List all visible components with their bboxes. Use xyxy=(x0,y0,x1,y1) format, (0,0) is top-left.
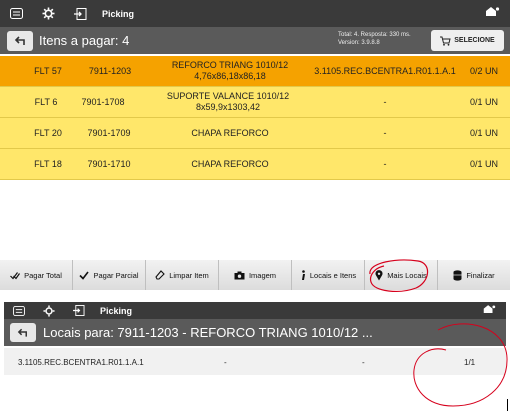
row-code: FLT 18 xyxy=(34,158,62,169)
row-ref: 7901-1710 xyxy=(87,158,131,169)
row-qty: 0/1 UN xyxy=(469,158,498,169)
row-description: SUPORTE VALANCE 1010/12 8x59,9x1303,42 xyxy=(148,91,308,113)
image-label: Imagem xyxy=(248,270,277,280)
check-icon xyxy=(79,271,90,280)
app-title: Picking xyxy=(100,305,133,316)
row-desc-line1: REFORCO TRIANG 1010/12 xyxy=(171,60,289,70)
status-total: Total: 4. Resposta: 330 ms. xyxy=(338,32,411,38)
status-version: Version: 3.9.8.8 xyxy=(338,40,380,46)
row-qty: 0/1 UN xyxy=(469,127,498,138)
logout-icon[interactable] xyxy=(64,302,94,319)
annotation-circle xyxy=(369,259,429,292)
select-label: SELECIONE xyxy=(454,37,495,44)
page-title: Itens a pagar: 4 xyxy=(39,33,130,48)
row-desc-line1: CHAPA REFORCO xyxy=(191,158,269,169)
row-ref: 7911-1203 xyxy=(88,65,132,76)
finish-button[interactable]: Finalizar xyxy=(438,260,510,290)
locations-title: Locais para: 7911-1203 - REFORCO TRIANG … xyxy=(43,325,373,340)
info-icon xyxy=(301,269,305,280)
eraser-icon xyxy=(155,270,165,280)
cursor-bar xyxy=(507,399,508,411)
row-ref: 7901-1708 xyxy=(81,96,125,107)
location-code: 3.1105.REC.BCENTRA1.R01.1.A.1 xyxy=(18,358,144,367)
image-button[interactable]: Imagem xyxy=(219,260,292,290)
row-location: - xyxy=(383,127,387,138)
back-arrow-icon xyxy=(14,36,25,45)
row-code: FLT 20 xyxy=(34,127,62,138)
double-check-icon xyxy=(10,271,21,279)
camera-icon xyxy=(234,271,245,279)
back-arrow-icon xyxy=(17,328,27,337)
table-row[interactable]: FLT 20 7901-1709 CHAPA REFORCO - 0/1 UN xyxy=(0,118,510,149)
locations-items-label: Locais e Itens xyxy=(309,270,357,280)
database-icon xyxy=(453,269,462,281)
pay-total-button[interactable]: Pagar Total xyxy=(0,260,73,290)
row-location: - xyxy=(383,158,387,169)
row-desc-line1: SUPORTE VALANCE 1010/12 xyxy=(166,91,290,101)
back-button[interactable] xyxy=(10,323,36,342)
clear-item-label: Limpar Item xyxy=(169,270,209,280)
row-desc-line2: 4,76x86,18x86,18 xyxy=(194,71,266,81)
row-location: - xyxy=(383,96,387,107)
row-qty: 0/1 UN xyxy=(469,96,498,107)
cart-icon xyxy=(440,36,451,46)
row-code: FLT 57 xyxy=(34,65,62,76)
logout-icon[interactable] xyxy=(64,0,96,27)
row-ref: 7901-1709 xyxy=(87,127,131,138)
table-row[interactable]: FLT 57 7911-1203 REFORCO TRIANG 1010/12 … xyxy=(0,56,510,87)
notification-icon[interactable] xyxy=(484,5,500,23)
select-button[interactable]: SELECIONE xyxy=(431,30,504,51)
menu-icon[interactable] xyxy=(0,0,32,27)
row-desc-line1: CHAPA REFORCO xyxy=(191,127,269,138)
table-row[interactable]: FLT 6 7901-1708 SUPORTE VALANCE 1010/12 … xyxy=(0,87,510,118)
locations-items-button[interactable]: Locais e Itens xyxy=(292,260,365,290)
pay-partial-button[interactable]: Pagar Parcial xyxy=(73,260,146,290)
table-row[interactable]: FLT 18 7901-1710 CHAPA REFORCO - 0/1 UN xyxy=(0,149,510,180)
clear-item-button[interactable]: Limpar Item xyxy=(146,260,219,290)
menu-icon[interactable] xyxy=(4,302,34,319)
gear-icon[interactable] xyxy=(34,302,64,319)
pay-partial-label: Pagar Parcial xyxy=(93,270,139,280)
status-info: Total: 4. Resposta: 330 ms. Version: 3.9… xyxy=(338,31,411,47)
row-description: CHAPA REFORCO xyxy=(150,128,310,139)
pay-total-label: Pagar Total xyxy=(24,270,62,280)
bottom-app-bar: Picking xyxy=(4,302,506,319)
notification-icon[interactable] xyxy=(482,302,496,320)
row-description: REFORCO TRIANG 1010/12 4,76x86,18x86,18 xyxy=(150,60,310,82)
row-desc-line2: 8x59,9x1303,42 xyxy=(195,102,261,112)
location-col3: - xyxy=(362,358,365,367)
row-qty: 0/2 UN xyxy=(469,65,498,76)
row-location: 3.1105.REC.BCENTRA1.R01.1.A.1 xyxy=(314,65,456,76)
annotation-circle xyxy=(413,323,508,407)
row-description: CHAPA REFORCO xyxy=(150,159,310,170)
gear-icon[interactable] xyxy=(32,0,64,27)
back-button[interactable] xyxy=(7,30,33,51)
top-app-bar: Picking xyxy=(0,0,510,27)
app-title: Picking xyxy=(102,8,135,19)
location-col2: - xyxy=(224,358,227,367)
row-code: FLT 6 xyxy=(34,96,58,107)
finish-label: Finalizar xyxy=(466,270,495,280)
items-header: Itens a pagar: 4 Total: 4. Resposta: 330… xyxy=(0,27,510,54)
